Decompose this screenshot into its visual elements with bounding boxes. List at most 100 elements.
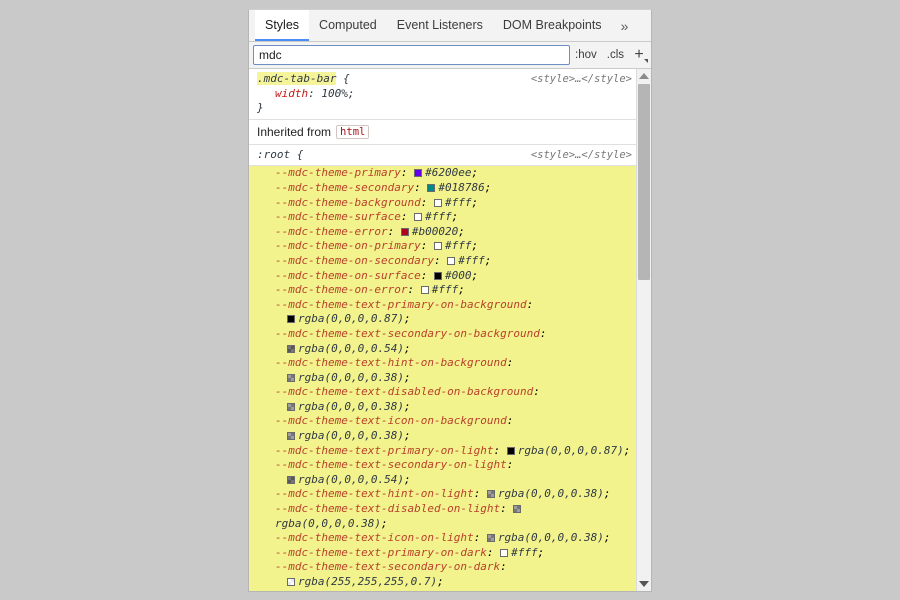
- css-variable-name[interactable]: --mdc-theme-text-primary-on-light: [275, 444, 494, 457]
- css-variable-value[interactable]: rgba(255,255,255,0.7): [298, 575, 437, 588]
- css-rule-mdc-tab-bar[interactable]: .mdc-tab-bar { <style>…</style> width: 1…: [249, 69, 636, 120]
- css-variable-name[interactable]: --mdc-theme-text-secondary-on-light: [275, 458, 507, 471]
- css-variable-row[interactable]: --mdc-theme-text-hint-on-dark: rgba(255,…: [257, 590, 632, 591]
- scrollbar-thumb[interactable]: [638, 84, 650, 280]
- color-swatch-icon[interactable]: [421, 286, 429, 294]
- css-variable-value[interactable]: #6200ee: [425, 166, 471, 179]
- css-variable-name[interactable]: --mdc-theme-text-icon-on-light: [275, 531, 474, 544]
- color-swatch-icon[interactable]: [434, 242, 442, 250]
- stylesheet-origin-link-root[interactable]: <style>…</style>: [523, 148, 632, 163]
- scrollbar-up-arrow-icon[interactable]: [637, 69, 651, 83]
- color-swatch-icon[interactable]: [487, 534, 495, 542]
- css-variable-name[interactable]: --mdc-theme-text-primary-on-background: [275, 298, 527, 311]
- css-variable-row[interactable]: --mdc-theme-text-secondary-on-light:rgba…: [257, 458, 632, 487]
- css-variable-value[interactable]: #fff: [432, 283, 459, 296]
- css-variable-row[interactable]: --mdc-theme-text-primary-on-background:r…: [257, 298, 632, 327]
- css-selector-root[interactable]: :root {: [257, 148, 303, 163]
- css-variable-value[interactable]: #fff: [425, 210, 452, 223]
- color-swatch-icon[interactable]: [401, 228, 409, 236]
- css-variable-value[interactable]: rgba(0,0,0,0.87): [298, 312, 404, 325]
- color-swatch-icon[interactable]: [434, 199, 442, 207]
- styles-filter-input[interactable]: [253, 45, 570, 65]
- css-variable-value[interactable]: rgba(0,0,0,0.38): [498, 487, 604, 500]
- color-swatch-icon[interactable]: [414, 169, 422, 177]
- css-variable-name[interactable]: --mdc-theme-text-disabled-on-light: [275, 502, 500, 515]
- css-variable-row[interactable]: --mdc-theme-on-surface: #000;: [257, 269, 632, 284]
- css-property-name[interactable]: width: [275, 87, 308, 100]
- css-property-value[interactable]: 100%: [321, 87, 348, 100]
- css-variable-row[interactable]: --mdc-theme-text-primary-on-light: rgba(…: [257, 444, 632, 459]
- css-variable-row[interactable]: --mdc-theme-text-icon-on-light: rgba(0,0…: [257, 531, 632, 546]
- tab-event-listeners[interactable]: Event Listeners: [387, 10, 493, 41]
- css-variable-name[interactable]: --mdc-theme-text-icon-on-background: [275, 414, 507, 427]
- css-variable-value[interactable]: #fff: [445, 196, 472, 209]
- color-swatch-icon[interactable]: [414, 213, 422, 221]
- css-variable-row[interactable]: --mdc-theme-background: #fff;: [257, 196, 632, 211]
- color-swatch-icon[interactable]: [287, 432, 295, 440]
- css-variable-row[interactable]: --mdc-theme-text-disabled-on-background:…: [257, 385, 632, 414]
- styles-scrollbar[interactable]: [636, 69, 651, 591]
- css-variable-name[interactable]: --mdc-theme-background: [275, 196, 421, 209]
- css-variable-name[interactable]: --mdc-theme-on-primary: [275, 239, 421, 252]
- css-variable-row[interactable]: --mdc-theme-error: #b00020;: [257, 225, 632, 240]
- css-variable-value[interactable]: rgba(0,0,0,0.38): [298, 429, 404, 442]
- css-variable-name[interactable]: --mdc-theme-text-hint-on-light: [275, 487, 474, 500]
- color-swatch-icon[interactable]: [287, 345, 295, 353]
- css-variable-row[interactable]: --mdc-theme-text-secondary-on-dark:rgba(…: [257, 560, 632, 589]
- tab-overflow-chevron-icon[interactable]: »: [612, 10, 638, 41]
- css-variable-value[interactable]: rgba(0,0,0,0.54): [298, 473, 404, 486]
- css-variable-row[interactable]: --mdc-theme-text-disabled-on-light: rgba…: [257, 502, 632, 531]
- css-variable-value[interactable]: rgba(0,0,0,0.87): [518, 444, 624, 457]
- css-variable-row[interactable]: --mdc-theme-text-primary-on-dark: #fff;: [257, 546, 632, 561]
- color-swatch-icon[interactable]: [287, 476, 295, 484]
- css-variable-row[interactable]: --mdc-theme-text-hint-on-light: rgba(0,0…: [257, 487, 632, 502]
- css-variable-value[interactable]: #000: [445, 269, 472, 282]
- css-variable-row[interactable]: --mdc-theme-on-error: #fff;: [257, 283, 632, 298]
- css-variable-name[interactable]: --mdc-theme-text-hint-on-background: [275, 356, 507, 369]
- css-variable-value[interactable]: rgba(0,0,0,0.38): [275, 517, 381, 530]
- css-variable-name[interactable]: --mdc-theme-secondary: [275, 181, 414, 194]
- css-rule-root[interactable]: :root { <style>…</style>: [249, 145, 636, 167]
- css-variable-name[interactable]: --mdc-theme-text-disabled-on-background: [275, 385, 533, 398]
- css-variable-name[interactable]: --mdc-theme-error: [275, 225, 388, 238]
- css-variable-name[interactable]: --mdc-theme-text-secondary-on-background: [275, 327, 540, 340]
- css-variable-name[interactable]: --mdc-theme-text-primary-on-dark: [275, 546, 487, 559]
- new-style-rule-button[interactable]: +: [629, 45, 649, 65]
- css-variable-value[interactable]: #b00020: [412, 225, 458, 238]
- css-variable-value[interactable]: rgba(0,0,0,0.38): [298, 371, 404, 384]
- scrollbar-down-arrow-icon[interactable]: [637, 577, 651, 591]
- css-variable-value[interactable]: #018786: [438, 181, 484, 194]
- color-swatch-icon[interactable]: [287, 578, 295, 586]
- color-swatch-icon[interactable]: [287, 403, 295, 411]
- css-variable-name[interactable]: --mdc-theme-on-surface: [275, 269, 421, 282]
- color-swatch-icon[interactable]: [287, 374, 295, 382]
- color-swatch-icon[interactable]: [507, 447, 515, 455]
- css-variable-value[interactable]: #fff: [458, 254, 485, 267]
- css-variable-value[interactable]: #fff: [511, 546, 538, 559]
- css-declaration[interactable]: width: 100%;: [257, 87, 632, 102]
- css-variable-name[interactable]: --mdc-theme-primary: [275, 166, 401, 179]
- css-variable-value[interactable]: rgba(0,0,0,0.38): [498, 531, 604, 544]
- css-variable-row[interactable]: --mdc-theme-text-secondary-on-background…: [257, 327, 632, 356]
- element-classes-button[interactable]: .cls: [602, 49, 629, 61]
- inherited-from-node[interactable]: html: [336, 125, 369, 139]
- color-swatch-icon[interactable]: [513, 505, 521, 513]
- css-selector[interactable]: .mdc-tab-bar {: [257, 72, 350, 87]
- color-swatch-icon[interactable]: [434, 272, 442, 280]
- css-variable-value[interactable]: rgba(0,0,0,0.54): [298, 342, 404, 355]
- css-variable-row[interactable]: --mdc-theme-on-secondary: #fff;: [257, 254, 632, 269]
- css-variable-name[interactable]: --mdc-theme-on-error: [275, 283, 407, 296]
- color-swatch-icon[interactable]: [427, 184, 435, 192]
- css-variable-value[interactable]: #fff: [445, 239, 472, 252]
- css-variable-row[interactable]: --mdc-theme-on-primary: #fff;: [257, 239, 632, 254]
- css-variable-row[interactable]: --mdc-theme-text-icon-on-background:rgba…: [257, 414, 632, 443]
- css-variable-name[interactable]: --mdc-theme-surface: [275, 210, 401, 223]
- css-variable-name[interactable]: --mdc-theme-on-secondary: [275, 254, 434, 267]
- tab-dom-breakpoints[interactable]: DOM Breakpoints: [493, 10, 612, 41]
- color-swatch-icon[interactable]: [487, 490, 495, 498]
- css-variable-name[interactable]: --mdc-theme-text-secondary-on-dark: [275, 560, 500, 573]
- toggle-element-state-button[interactable]: :hov: [570, 49, 602, 61]
- css-variable-value[interactable]: rgba(0,0,0,0.38): [298, 400, 404, 413]
- color-swatch-icon[interactable]: [447, 257, 455, 265]
- css-variable-name[interactable]: --mdc-theme-text-hint-on-dark: [275, 590, 467, 591]
